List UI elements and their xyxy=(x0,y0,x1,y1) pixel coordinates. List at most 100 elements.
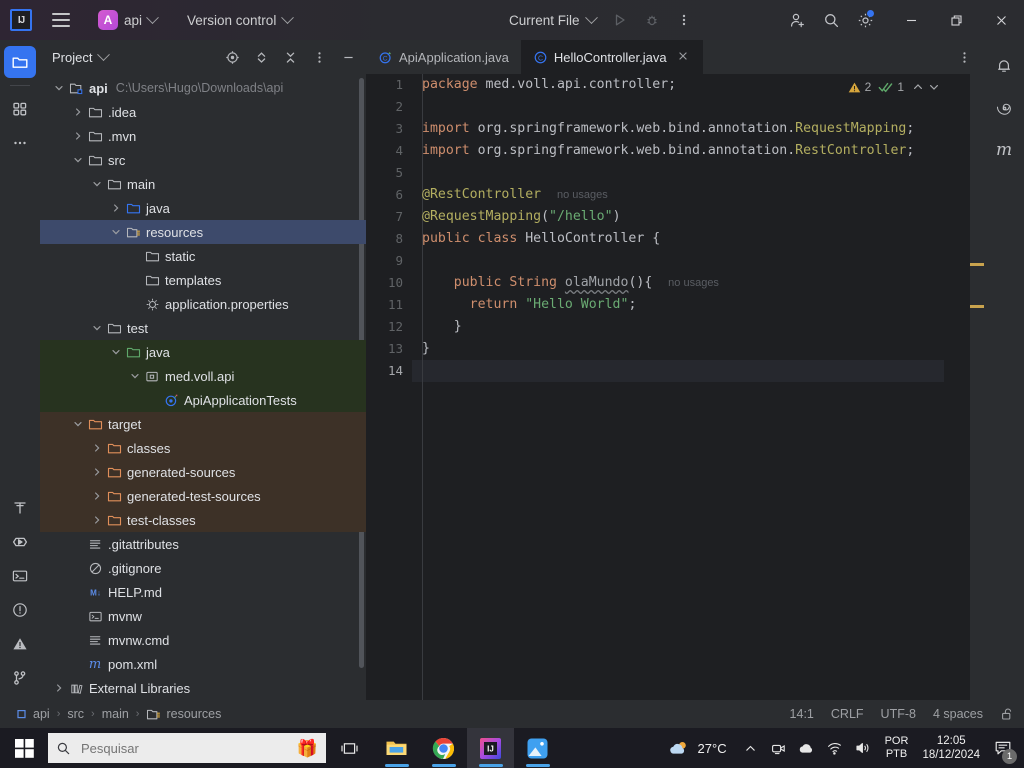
problems-tool-window-button[interactable] xyxy=(4,594,36,626)
intellij-idea-icon[interactable]: IJ xyxy=(10,9,32,31)
chevron-right-icon[interactable] xyxy=(90,441,104,455)
chevron-down-icon[interactable] xyxy=(109,345,123,359)
chevron-right-icon[interactable] xyxy=(71,129,85,143)
code-editor[interactable]: 1 2 3 4 5 6 7 8 9 10 11 12 13 14 package med.voll.api… xyxy=(366,74,984,700)
tree-node[interactable]: mvnw.cmd xyxy=(40,628,366,652)
code-line[interactable] xyxy=(422,250,944,272)
code-line[interactable] xyxy=(422,96,944,118)
weather-widget[interactable]: 27°C xyxy=(663,739,737,758)
taskbar-app-google-chrome[interactable] xyxy=(420,728,467,768)
chevron-down-icon[interactable] xyxy=(90,177,104,191)
tree-node[interactable]: mvnw xyxy=(40,604,366,628)
code-content[interactable]: package med.voll.api.controller; import o… xyxy=(422,74,944,382)
close-icon[interactable] xyxy=(677,50,691,64)
bell-icon[interactable] xyxy=(988,50,1020,82)
tree-node[interactable]: generated-sources xyxy=(40,460,366,484)
code-line[interactable]: return "Hello World"; xyxy=(422,294,944,316)
hamburger-menu-icon[interactable] xyxy=(44,3,78,37)
tree-node[interactable]: External Libraries xyxy=(40,676,366,700)
debug-icon[interactable] xyxy=(638,6,666,34)
tree-node[interactable]: target xyxy=(40,412,366,436)
chevron-down-icon[interactable] xyxy=(71,153,85,167)
tree-node[interactable]: med.voll.api xyxy=(40,364,366,388)
chevron-up-icon[interactable] xyxy=(737,728,765,768)
target-icon[interactable] xyxy=(218,43,246,71)
camera-icon[interactable] xyxy=(765,728,793,768)
version-control-menu[interactable]: Version control xyxy=(181,10,298,31)
tree-node[interactable]: generated-test-sources xyxy=(40,484,366,508)
tree-node[interactable]: .idea xyxy=(40,100,366,124)
warnings-tool-window-button[interactable] xyxy=(4,628,36,660)
windows-start-icon[interactable] xyxy=(0,728,48,768)
project-selector[interactable]: A api xyxy=(92,7,163,33)
chevron-down-icon[interactable] xyxy=(52,81,66,95)
file-encoding[interactable]: UTF-8 xyxy=(881,707,916,721)
project-tool-window-button[interactable] xyxy=(4,46,36,78)
task-view-icon[interactable] xyxy=(326,728,373,768)
editor-tab[interactable]: C HelloController.java xyxy=(520,40,703,74)
chevron-down-icon[interactable] xyxy=(928,81,940,93)
maven-m-icon[interactable]: m xyxy=(988,134,1020,166)
chevron-right-icon[interactable] xyxy=(90,465,104,479)
breadcrumb[interactable]: api › src › main › resources xyxy=(16,707,221,722)
tree-node[interactable]: java xyxy=(40,340,366,364)
chevron-right-icon[interactable] xyxy=(52,681,66,695)
gear-icon[interactable] xyxy=(851,6,879,34)
commit-tool-window-button[interactable] xyxy=(4,93,36,125)
chevron-right-icon[interactable] xyxy=(90,489,104,503)
code-line[interactable] xyxy=(422,162,944,184)
code-line[interactable]: } xyxy=(422,316,944,338)
notification-icon[interactable]: 1 xyxy=(986,728,1020,768)
tree-node[interactable]: .mvn xyxy=(40,124,366,148)
input-language-indicator[interactable]: POR PTB xyxy=(877,735,917,761)
tree-node[interactable]: classes xyxy=(40,436,366,460)
line-separator[interactable]: CRLF xyxy=(831,707,864,721)
breadcrumb-item[interactable]: api xyxy=(16,707,50,721)
editor-tab[interactable]: C ApiApplication.java xyxy=(366,40,521,74)
hide-panel-button[interactable] xyxy=(334,43,362,71)
tree-node[interactable]: m pom.xml xyxy=(40,652,366,676)
tree-node[interactable]: .gitignore xyxy=(40,556,366,580)
git-tool-window-button[interactable] xyxy=(4,662,36,694)
spiral-icon[interactable] xyxy=(988,92,1020,124)
breadcrumb-item[interactable]: src xyxy=(67,707,84,721)
tree-node[interactable]: templates xyxy=(40,268,366,292)
chevron-right-icon[interactable] xyxy=(90,513,104,527)
breadcrumb-item[interactable]: resources xyxy=(146,707,221,722)
more-tool-windows-button[interactable] xyxy=(4,127,36,159)
more-vertical-icon[interactable] xyxy=(305,43,333,71)
tree-node[interactable]: application.properties xyxy=(40,292,366,316)
tree-node[interactable]: M↓ HELP.md xyxy=(40,580,366,604)
tree-node[interactable]: api C:\Users\Hugo\Downloads\api xyxy=(40,76,366,100)
search-input[interactable] xyxy=(81,740,287,756)
chevron-down-icon[interactable] xyxy=(97,47,111,61)
warning-marker[interactable] xyxy=(970,305,984,308)
caret-position[interactable]: 14:1 xyxy=(790,707,814,721)
breadcrumb-item[interactable]: main xyxy=(102,707,129,721)
tree-node[interactable]: test xyxy=(40,316,366,340)
unlocked-padlock-icon[interactable] xyxy=(1000,707,1014,721)
search-icon[interactable] xyxy=(817,6,845,34)
minimize-icon[interactable] xyxy=(889,0,934,40)
chevron-down-icon[interactable] xyxy=(128,369,142,383)
code-line[interactable]: public class HelloController { xyxy=(422,228,944,250)
warning-marker[interactable] xyxy=(970,263,984,266)
code-line[interactable]: @RequestMapping("/hello") xyxy=(422,206,944,228)
tree-node[interactable]: resources xyxy=(40,220,366,244)
code-line[interactable]: public String olaMundo(){ no usages xyxy=(422,272,944,294)
run-configuration-selector[interactable]: Current File xyxy=(503,10,602,31)
taskbar-app-intellij-idea[interactable]: IJ xyxy=(467,728,514,768)
code-line[interactable]: import org.springframework.web.bind.anno… xyxy=(422,140,944,162)
more-vertical-icon[interactable] xyxy=(950,43,978,71)
code-line[interactable] xyxy=(422,360,944,382)
inspection-widget[interactable]: 2 1 xyxy=(848,80,940,94)
tree-node[interactable]: test-classes xyxy=(40,508,366,532)
gift-emoji[interactable]: 🎁 xyxy=(297,740,318,757)
code-line[interactable]: @RestController no usages xyxy=(422,184,944,206)
tree-node[interactable]: java xyxy=(40,196,366,220)
tree-node[interactable]: ApiApplicationTests xyxy=(40,388,366,412)
cloud-icon[interactable] xyxy=(793,728,821,768)
chevron-up-icon[interactable] xyxy=(912,81,924,93)
editor-marker-bar[interactable] xyxy=(970,74,984,700)
indent-setting[interactable]: 4 spaces xyxy=(933,707,983,721)
